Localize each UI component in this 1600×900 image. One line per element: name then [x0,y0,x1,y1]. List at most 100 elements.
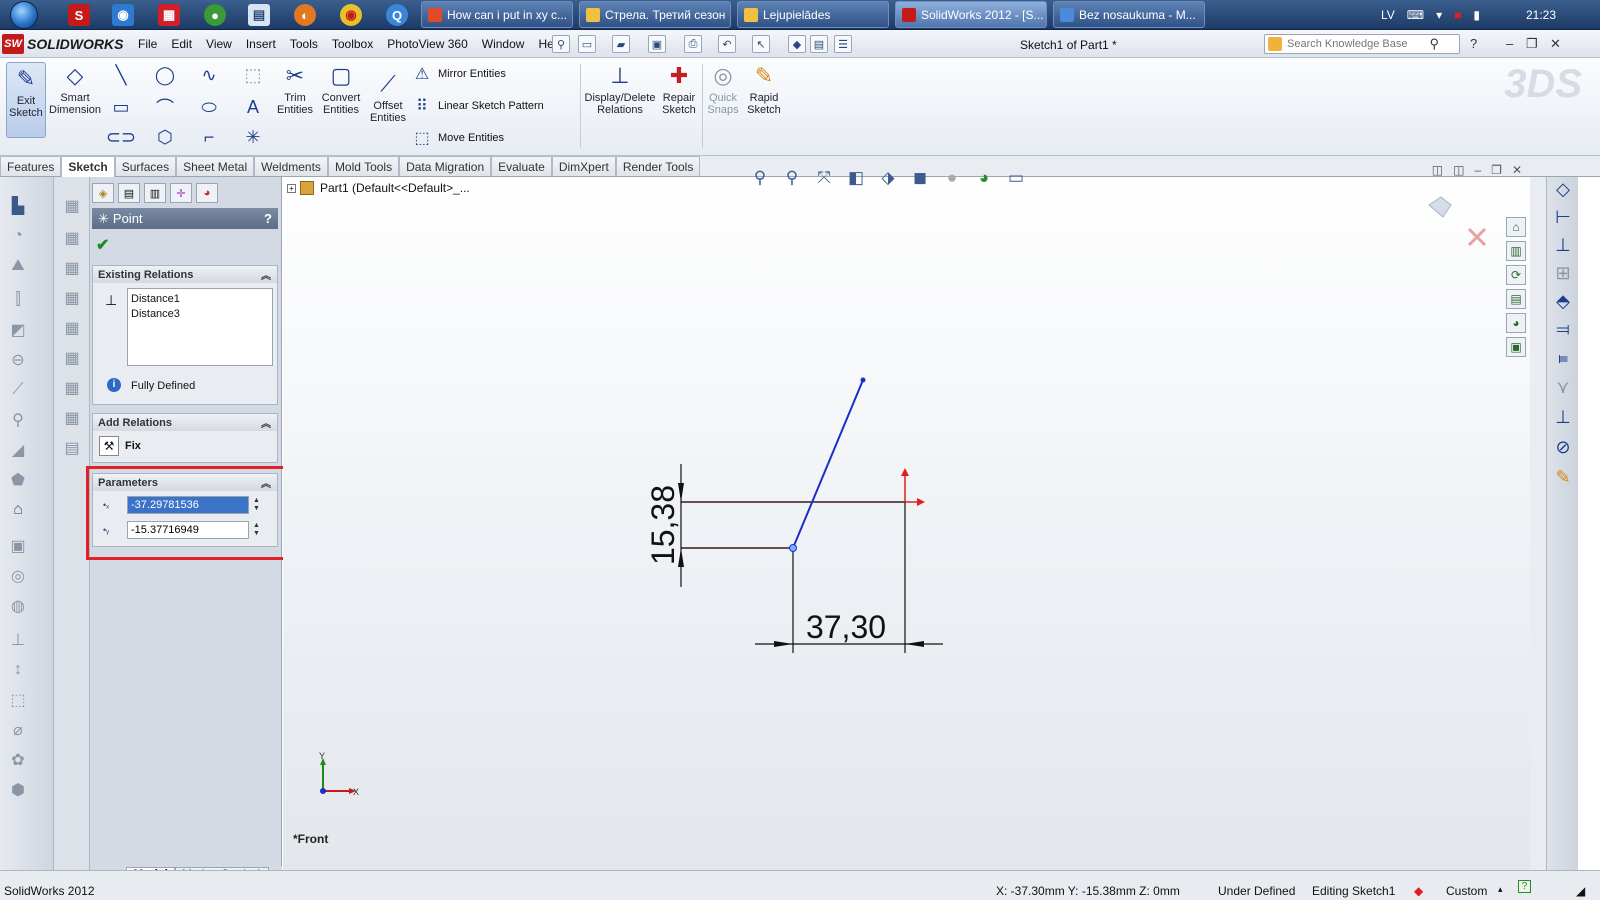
shell-icon[interactable]: ▣ [6,535,30,557]
spline-icon[interactable]: ∿ [198,64,220,86]
slot-icon[interactable]: ⊂⊃ [106,126,136,148]
rib-icon[interactable]: ⌂ [6,499,30,521]
smart-dimension-button[interactable]: ◇ Smart Dimension [49,62,101,117]
ordinate-dimension-icon[interactable]: ⬘ [1551,289,1575,313]
search-icon[interactable]: ⚲ [1429,36,1439,52]
dimxpert-manager-tab-icon[interactable]: ✛ [170,183,192,203]
fillet-icon[interactable]: ⌐ [198,126,220,148]
menu-toolbox[interactable]: Toolbox [332,37,373,51]
viewport-restore-icon[interactable]: ❐ [1491,163,1502,177]
vertical-dimension-icon[interactable]: ⊥ [1551,233,1575,257]
help-icon[interactable]: ? [1470,36,1477,51]
ellipse-icon[interactable]: ⬭ [198,96,220,118]
viewport-close-icon[interactable]: ✕ [1512,163,1522,177]
tab-sheet-metal[interactable]: Sheet Metal [176,156,255,176]
quick-snaps-button[interactable]: ◎ Quick Snaps [706,62,740,117]
new-document-icon[interactable]: ▭ [578,35,596,53]
tray-expand-icon[interactable]: ▾ [1436,8,1442,22]
rebuild-icon[interactable]: ◆ [788,35,806,53]
menu-view[interactable]: View [206,37,232,51]
display-manager-tab-icon[interactable]: ◕ [196,183,218,203]
extrude-cut-icon[interactable]: ◩ [6,319,30,341]
axis-icon[interactable]: ↕ [6,659,30,681]
arc-icon[interactable]: ⌒ [154,96,176,118]
add-relation-icon[interactable]: ⊥ [1551,405,1575,429]
browser-quicklaunch-icon[interactable]: Q [386,4,408,26]
unit-system-selector[interactable]: Custom [1446,884,1487,898]
menu-edit[interactable]: Edit [171,37,192,51]
search-input[interactable] [1287,38,1437,50]
tab-data-migration[interactable]: Data Migration [399,156,492,176]
tab-weldments[interactable]: Weldments [254,156,328,176]
tab-dimxpert[interactable]: DimXpert [551,156,616,176]
curves-icon[interactable]: ⌀ [6,719,30,741]
fully-define-sketch-icon[interactable]: ✎ [1551,465,1575,489]
options-icon[interactable]: ☰ [834,35,852,53]
taskbar-task-solidworks[interactable]: SolidWorks 2012 - [S... [895,1,1047,28]
tab-sketch[interactable]: Sketch [61,156,115,177]
sw-resources-icon[interactable]: ⌂ [1506,217,1526,237]
knowledge-base-search[interactable]: ⚲ [1264,34,1460,54]
split-vertical-icon[interactable]: ◫ [1453,163,1464,177]
offset-entities-button[interactable]: ⟋ Offset Entities [368,70,408,125]
horizontal-dimension-icon[interactable]: ⊢ [1551,205,1575,229]
firefox-quicklaunch-icon[interactable]: ◐ [294,4,316,26]
close-icon[interactable]: ✕ [1550,36,1561,52]
graphics-area[interactable]: + Part1 (Default<<Default>_... ⚲ ⚲ ⤧ ◧ ⬗… [283,163,1530,870]
text-icon[interactable]: A [242,96,264,118]
start-button[interactable] [4,0,44,30]
taskbar-task-chrome[interactable]: How can i put in xy c... [421,1,573,28]
polygon-icon[interactable]: ⬡ [154,126,176,148]
ok-button[interactable]: ✔ [96,235,109,255]
green-app-quicklaunch-icon[interactable]: ● [204,4,226,26]
swept-cut-icon[interactable]: ⟋ [6,379,30,401]
network-icon[interactable]: ■ [1454,8,1461,22]
tab-evaluate[interactable]: Evaluate [491,156,552,176]
rebuild-indicator-icon[interactable]: ◆ [1414,884,1423,898]
existing-relations-header[interactable]: Existing Relations ︽ [93,266,277,283]
baseline-dimension-icon[interactable]: ⊞ [1551,261,1575,285]
list-item[interactable]: Distance1 [131,292,269,307]
sketch-canvas[interactable]: 15,38 37,30 Y X [283,177,1530,870]
menu-window[interactable]: Window [482,37,525,51]
viewport-minimize-icon[interactable]: – [1474,163,1481,177]
clock[interactable]: 21:23 [1526,8,1556,22]
save-icon[interactable]: ▣ [648,35,666,53]
extrude-boss-icon[interactable]: ▙ [6,195,30,217]
path-length-icon[interactable]: ⋎ [1551,375,1575,399]
dome-icon[interactable]: ◍ [6,595,30,617]
repair-sketch-button[interactable]: ✚ Repair Sketch [658,62,700,117]
grid-app-quicklaunch-icon[interactable]: ▦ [158,4,180,26]
point-icon[interactable]: ✳ [242,126,264,148]
smart-dimension-tool-icon[interactable]: ◇ [1551,177,1575,201]
move-entities-button[interactable]: ⬚ Move Entities [412,128,504,148]
list-item[interactable]: Distance3 [131,307,269,322]
design-library-icon[interactable]: ▥ [1506,241,1526,261]
custom-properties-icon[interactable]: ▣ [1506,337,1526,357]
menu-insert[interactable]: Insert [246,37,276,51]
minimize-icon[interactable]: – [1506,36,1513,51]
select-icon[interactable]: ↖ [752,35,770,53]
table-7-icon[interactable]: ▦ [60,377,84,399]
rapid-sketch-button[interactable]: ✎ Rapid Sketch [744,62,784,117]
app-quicklaunch-icon[interactable]: ◉ [112,4,134,26]
configuration-manager-tab-icon[interactable]: ▥ [144,183,166,203]
taskbar-task-paint[interactable]: Bez nosaukuma - M... [1053,1,1205,28]
taskbar-task-folder-strela[interactable]: Стрела. Третий сезон [579,1,731,28]
tab-features[interactable]: Features [0,156,62,176]
restore-icon[interactable]: ❐ [1526,36,1538,52]
help-button[interactable]: ? [264,211,272,226]
print-icon[interactable]: ⎙ [684,35,702,53]
revolve-icon[interactable]: ◔ [6,225,30,247]
notepad-quicklaunch-icon[interactable]: ▤ [248,4,270,26]
display-delete-relations-button[interactable]: ⊥ Display/Delete Relations [585,62,656,117]
view-palette-icon[interactable]: ▤ [1506,289,1526,309]
tab-mold-tools[interactable]: Mold Tools [327,156,400,176]
draft-icon[interactable]: ◎ [6,565,30,587]
fillet-feature-icon[interactable]: ◢ [6,439,30,461]
table-8-icon[interactable]: ▦ [60,407,84,429]
chrome-quicklaunch-icon[interactable]: ◉ [340,4,362,26]
trim-entities-button[interactable]: ✂ Trim Entities [276,62,314,117]
menu-file[interactable]: File [138,37,157,51]
table-9-icon[interactable]: ▤ [60,437,84,459]
